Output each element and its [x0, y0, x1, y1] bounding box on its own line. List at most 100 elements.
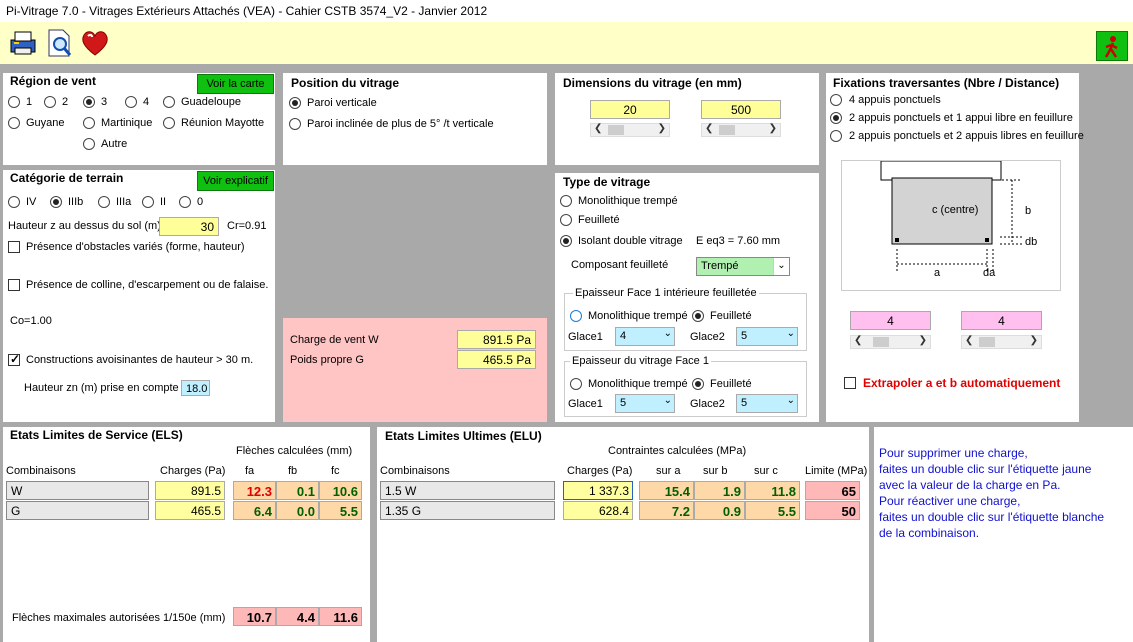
elu-row-1-charge[interactable]: 1 337.3: [563, 481, 633, 500]
radio-region-guadeloupe[interactable]: [163, 96, 175, 108]
categorie-terrain-panel: Catégorie de terrain Voir explicatif IV …: [3, 170, 275, 422]
radio-terrain-iiia[interactable]: [98, 196, 110, 208]
radio-region-2[interactable]: [44, 96, 56, 108]
chevron-down-icon[interactable]: ⌄: [787, 395, 795, 406]
radio-fixation-2-2[interactable]: [830, 130, 842, 142]
map-button[interactable]: Voir la carte: [197, 74, 274, 94]
radio-fixation-2-2-label: 2 appuis ponctuels et 2 appuis libres en…: [849, 130, 1084, 142]
printer-icon[interactable]: [8, 28, 38, 58]
explain-button[interactable]: Voir explicatif: [197, 171, 274, 191]
radio-region-guadeloupe-label: Guadeloupe: [181, 96, 241, 108]
scroll-thumb[interactable]: [979, 337, 995, 347]
radio-isolant[interactable]: [560, 235, 572, 247]
els-row-w-fa: 12.3: [233, 481, 276, 500]
fixation-b-scrollbar[interactable]: ❮ ❯: [961, 335, 1042, 349]
radio-region-3[interactable]: [83, 96, 95, 108]
scroll-left-icon[interactable]: ❮: [594, 123, 602, 134]
face1-int-glace2-select[interactable]: 5 ⌄: [736, 327, 798, 346]
radio-fixation-2-1[interactable]: [830, 112, 842, 124]
els-row-g-charge[interactable]: 465.5: [155, 501, 225, 520]
els-row-g-name[interactable]: G: [6, 501, 149, 520]
radio-feuillete[interactable]: [560, 214, 572, 226]
exit-button[interactable]: [1096, 31, 1128, 61]
radio-face1-feuillete[interactable]: [692, 378, 704, 390]
radio-region-martinique[interactable]: [83, 117, 95, 129]
face1-glace2-select[interactable]: 5 ⌄: [736, 394, 798, 413]
scroll-right-icon[interactable]: ❯: [769, 123, 777, 134]
obstacles-label: Présence d'obstacles variés (forme, haut…: [26, 241, 245, 253]
scroll-right-icon[interactable]: ❯: [1030, 335, 1038, 346]
scroll-right-icon[interactable]: ❯: [919, 335, 927, 346]
dimension-a-scrollbar[interactable]: ❮ ❯: [590, 123, 670, 137]
radio-region-4-label: 4: [143, 96, 150, 108]
hauteur-input[interactable]: 30: [159, 217, 219, 236]
face1-glace2-label: Glace2: [690, 398, 725, 410]
radio-face1-int-feuillete[interactable]: [692, 310, 704, 322]
radio-face1-int-monolithique[interactable]: [570, 310, 582, 322]
radio-face1-monolithique[interactable]: [570, 378, 582, 390]
fixation-a-input[interactable]: 4: [850, 311, 931, 330]
radio-terrain-0[interactable]: [179, 196, 191, 208]
chevron-down-icon[interactable]: ⌄: [773, 258, 789, 275]
scroll-left-icon[interactable]: ❮: [705, 123, 713, 134]
elu-row-1-name[interactable]: 1.5 W: [380, 481, 555, 500]
radio-terrain-iiib[interactable]: [50, 196, 62, 208]
radio-region-4[interactable]: [125, 96, 137, 108]
dimension-b-scrollbar[interactable]: ❮ ❯: [701, 123, 781, 137]
els-row-w-charge[interactable]: 891.5: [155, 481, 225, 500]
extrapolate-checkbox[interactable]: [844, 377, 856, 389]
elu-header-limite: Limite (MPa): [805, 465, 868, 477]
face1-int-group: Epaisseur Face 1 intérieure feuilletée M…: [564, 287, 807, 351]
charge-vent-label: Charge de vent W: [290, 334, 379, 346]
radio-paroi-inclinee[interactable]: [289, 118, 301, 130]
radio-region-reunion[interactable]: [163, 117, 175, 129]
els-header-charges: Charges (Pa): [160, 465, 226, 477]
fixation-b-input[interactable]: 4: [961, 311, 1042, 330]
diagram-da-label: da: [983, 267, 996, 279]
cr-label: Cr=0.91: [227, 220, 267, 232]
els-row-w-name[interactable]: W: [6, 481, 149, 500]
els-max-fa: 10.7: [233, 607, 276, 626]
colline-checkbox[interactable]: [8, 279, 20, 291]
dimension-b-input[interactable]: 500: [701, 100, 781, 119]
composant-select-value: Trempé: [701, 260, 739, 272]
radio-terrain-ii[interactable]: [142, 196, 154, 208]
scroll-right-icon[interactable]: ❯: [658, 123, 666, 134]
radio-terrain-iv[interactable]: [8, 196, 20, 208]
constructions-checkbox[interactable]: [8, 352, 20, 366]
heart-icon[interactable]: [80, 28, 110, 58]
els-title: Etats Limites de Service (ELS): [10, 428, 183, 442]
radio-monolithique[interactable]: [560, 195, 572, 207]
obstacles-checkbox[interactable]: [8, 241, 20, 253]
radio-region-autre[interactable]: [83, 138, 95, 150]
dimension-a-input[interactable]: 20: [590, 100, 670, 119]
scroll-thumb[interactable]: [719, 125, 735, 135]
scroll-left-icon[interactable]: ❮: [854, 335, 862, 346]
chevron-down-icon[interactable]: ⌄: [664, 395, 672, 406]
elu-panel: Etats Limites Ultimes (ELU) Contraintes …: [377, 427, 869, 642]
fixation-a-scrollbar[interactable]: ❮ ❯: [850, 335, 931, 349]
elu-row-2-charge[interactable]: 628.4: [563, 501, 633, 520]
elu-row-1-c: 11.8: [745, 481, 800, 500]
face1-glace1-select[interactable]: 5 ⌄: [615, 394, 675, 413]
elu-row-2-name[interactable]: 1.35 G: [380, 501, 555, 520]
composant-select[interactable]: Trempé ⌄: [696, 257, 790, 276]
help-note-line-3: avec la valeur de la charge en Pa.: [879, 478, 1061, 492]
radio-region-1[interactable]: [8, 96, 20, 108]
scroll-left-icon[interactable]: ❮: [965, 335, 973, 346]
radio-paroi-verticale[interactable]: [289, 97, 301, 109]
face1-int-glace1-select[interactable]: 4 ⌄: [615, 327, 675, 346]
chevron-down-icon[interactable]: ⌄: [664, 328, 672, 339]
radio-region-guyane[interactable]: [8, 117, 20, 129]
extrapolate-label: Extrapoler a et b automatiquement: [863, 376, 1061, 390]
print-preview-icon[interactable]: [44, 28, 74, 58]
chevron-down-icon[interactable]: ⌄: [787, 328, 795, 339]
radio-fixation-4-appuis[interactable]: [830, 94, 842, 106]
scroll-thumb[interactable]: [608, 125, 624, 135]
fixation-diagram: c (centre) b db a da: [841, 160, 1061, 291]
window-title: Pi-Vitrage 7.0 - Vitrages Extérieurs Att…: [0, 0, 1133, 22]
scroll-thumb[interactable]: [873, 337, 889, 347]
exit-icon: [1104, 36, 1118, 58]
diagram-a-label: a: [934, 267, 941, 279]
co-label: Co=1.00: [10, 315, 52, 327]
